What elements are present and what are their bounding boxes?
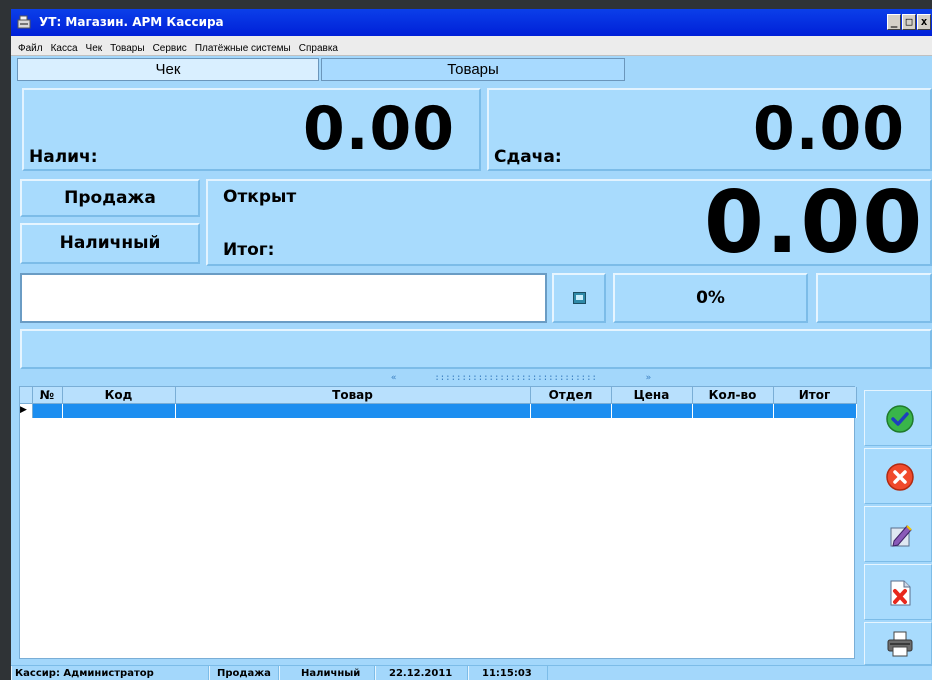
- tab-receipt[interactable]: Чек: [17, 58, 319, 81]
- table-row[interactable]: ▶: [20, 403, 857, 418]
- status-bar: Кассир: Администратор Продажа Наличный 2…: [11, 665, 932, 680]
- items-table: № Код Товар Отдел Цена Кол-во Итог ▶: [20, 387, 857, 418]
- delete-document-icon: [890, 580, 911, 606]
- tab-goods[interactable]: Товары: [321, 58, 625, 81]
- grid-header-row: № Код Товар Отдел Цена Кол-во Итог: [20, 387, 857, 404]
- print-button[interactable]: [864, 622, 932, 665]
- window-title: УТ: Магазин. АРМ Кассира: [39, 15, 224, 29]
- screen-frame: УТ: Магазин. АРМ Кассира _ □ x Файл Касса…: [0, 0, 932, 680]
- status-date: 22.12.2011: [389, 668, 453, 679]
- calculator-button[interactable]: [552, 273, 606, 323]
- close-button[interactable]: x: [917, 14, 931, 30]
- minimize-button[interactable]: _: [887, 14, 901, 30]
- change-value: 0.00: [753, 94, 906, 164]
- cash-panel: Налич: 0.00: [22, 88, 481, 171]
- row-pointer-icon: ▶: [20, 403, 33, 418]
- menu-service[interactable]: Сервис: [149, 40, 191, 58]
- cell-price[interactable]: [611, 403, 693, 418]
- menu-register[interactable]: Касса: [47, 40, 82, 58]
- edit-icon: [890, 525, 912, 547]
- barcode-input[interactable]: [20, 273, 547, 323]
- payment-type-button[interactable]: Наличный: [20, 223, 200, 264]
- menu-bar: Файл Касса Чек Товары Сервис Платёжные систем…: [11, 36, 932, 56]
- change-label: Сдача:: [494, 147, 562, 167]
- status-payment: Наличный: [301, 668, 361, 679]
- title-bar[interactable]: УТ: Магазин. АРМ Кассира _ □ x: [11, 9, 932, 36]
- cancel-button[interactable]: [864, 448, 932, 504]
- column-header-number[interactable]: №: [32, 387, 63, 404]
- checkmark-icon: [886, 405, 914, 433]
- cash-register-icon: [17, 15, 31, 29]
- extra-field-button[interactable]: [816, 273, 932, 323]
- column-header-quantity[interactable]: Кол-во: [692, 387, 774, 404]
- items-grid[interactable]: № Код Товар Отдел Цена Кол-во Итог ▶: [19, 386, 857, 659]
- column-header-total[interactable]: Итог: [773, 387, 857, 404]
- status-operation: Продажа: [217, 668, 271, 679]
- discount-button[interactable]: 0%: [613, 273, 808, 323]
- cashier-window: УТ: Магазин. АРМ Кассира _ □ x Файл Касса…: [11, 9, 932, 680]
- total-label: Итог:: [223, 240, 275, 260]
- status-time: 11:15:03: [482, 668, 532, 679]
- status-cashier: Кассир: Администратор: [15, 668, 154, 679]
- cell-item[interactable]: [175, 403, 531, 418]
- menu-payment-systems[interactable]: Платёжные системы: [191, 40, 295, 58]
- cash-value: 0.00: [303, 94, 456, 164]
- cell-number[interactable]: [32, 403, 63, 418]
- info-bar: [20, 329, 932, 369]
- cash-label: Налич:: [29, 147, 98, 167]
- edit-button[interactable]: [864, 506, 932, 562]
- cell-code[interactable]: [62, 403, 176, 418]
- cancel-icon: [886, 463, 914, 491]
- receipt-total-panel: Открыт Итог: 0.00: [206, 173, 932, 273]
- maximize-button[interactable]: □: [902, 14, 916, 30]
- total-value: 0.00: [704, 173, 925, 273]
- cell-quantity[interactable]: [692, 403, 774, 418]
- menu-receipt[interactable]: Чек: [82, 40, 107, 58]
- printer-icon: [887, 631, 913, 657]
- grid-corner-cell: [20, 387, 33, 404]
- change-panel: Сдача: 0.00: [487, 88, 932, 171]
- menu-file[interactable]: Файл: [14, 40, 47, 58]
- calculator-icon: [573, 292, 586, 304]
- column-header-item[interactable]: Товар: [175, 387, 531, 404]
- column-header-code[interactable]: Код: [62, 387, 176, 404]
- cell-total[interactable]: [773, 403, 857, 418]
- column-header-price[interactable]: Цена: [611, 387, 693, 404]
- confirm-button[interactable]: [864, 390, 932, 446]
- splitter-handle[interactable]: « :::::::::::::::::::::::::::::: »: [391, 373, 651, 383]
- delete-item-button[interactable]: [864, 564, 932, 620]
- menu-goods[interactable]: Товары: [106, 40, 148, 58]
- sale-mode-button[interactable]: Продажа: [20, 179, 200, 217]
- cell-department[interactable]: [530, 403, 612, 418]
- column-header-department[interactable]: Отдел: [530, 387, 612, 404]
- menu-help[interactable]: Справка: [295, 40, 342, 58]
- receipt-status: Открыт: [223, 187, 297, 207]
